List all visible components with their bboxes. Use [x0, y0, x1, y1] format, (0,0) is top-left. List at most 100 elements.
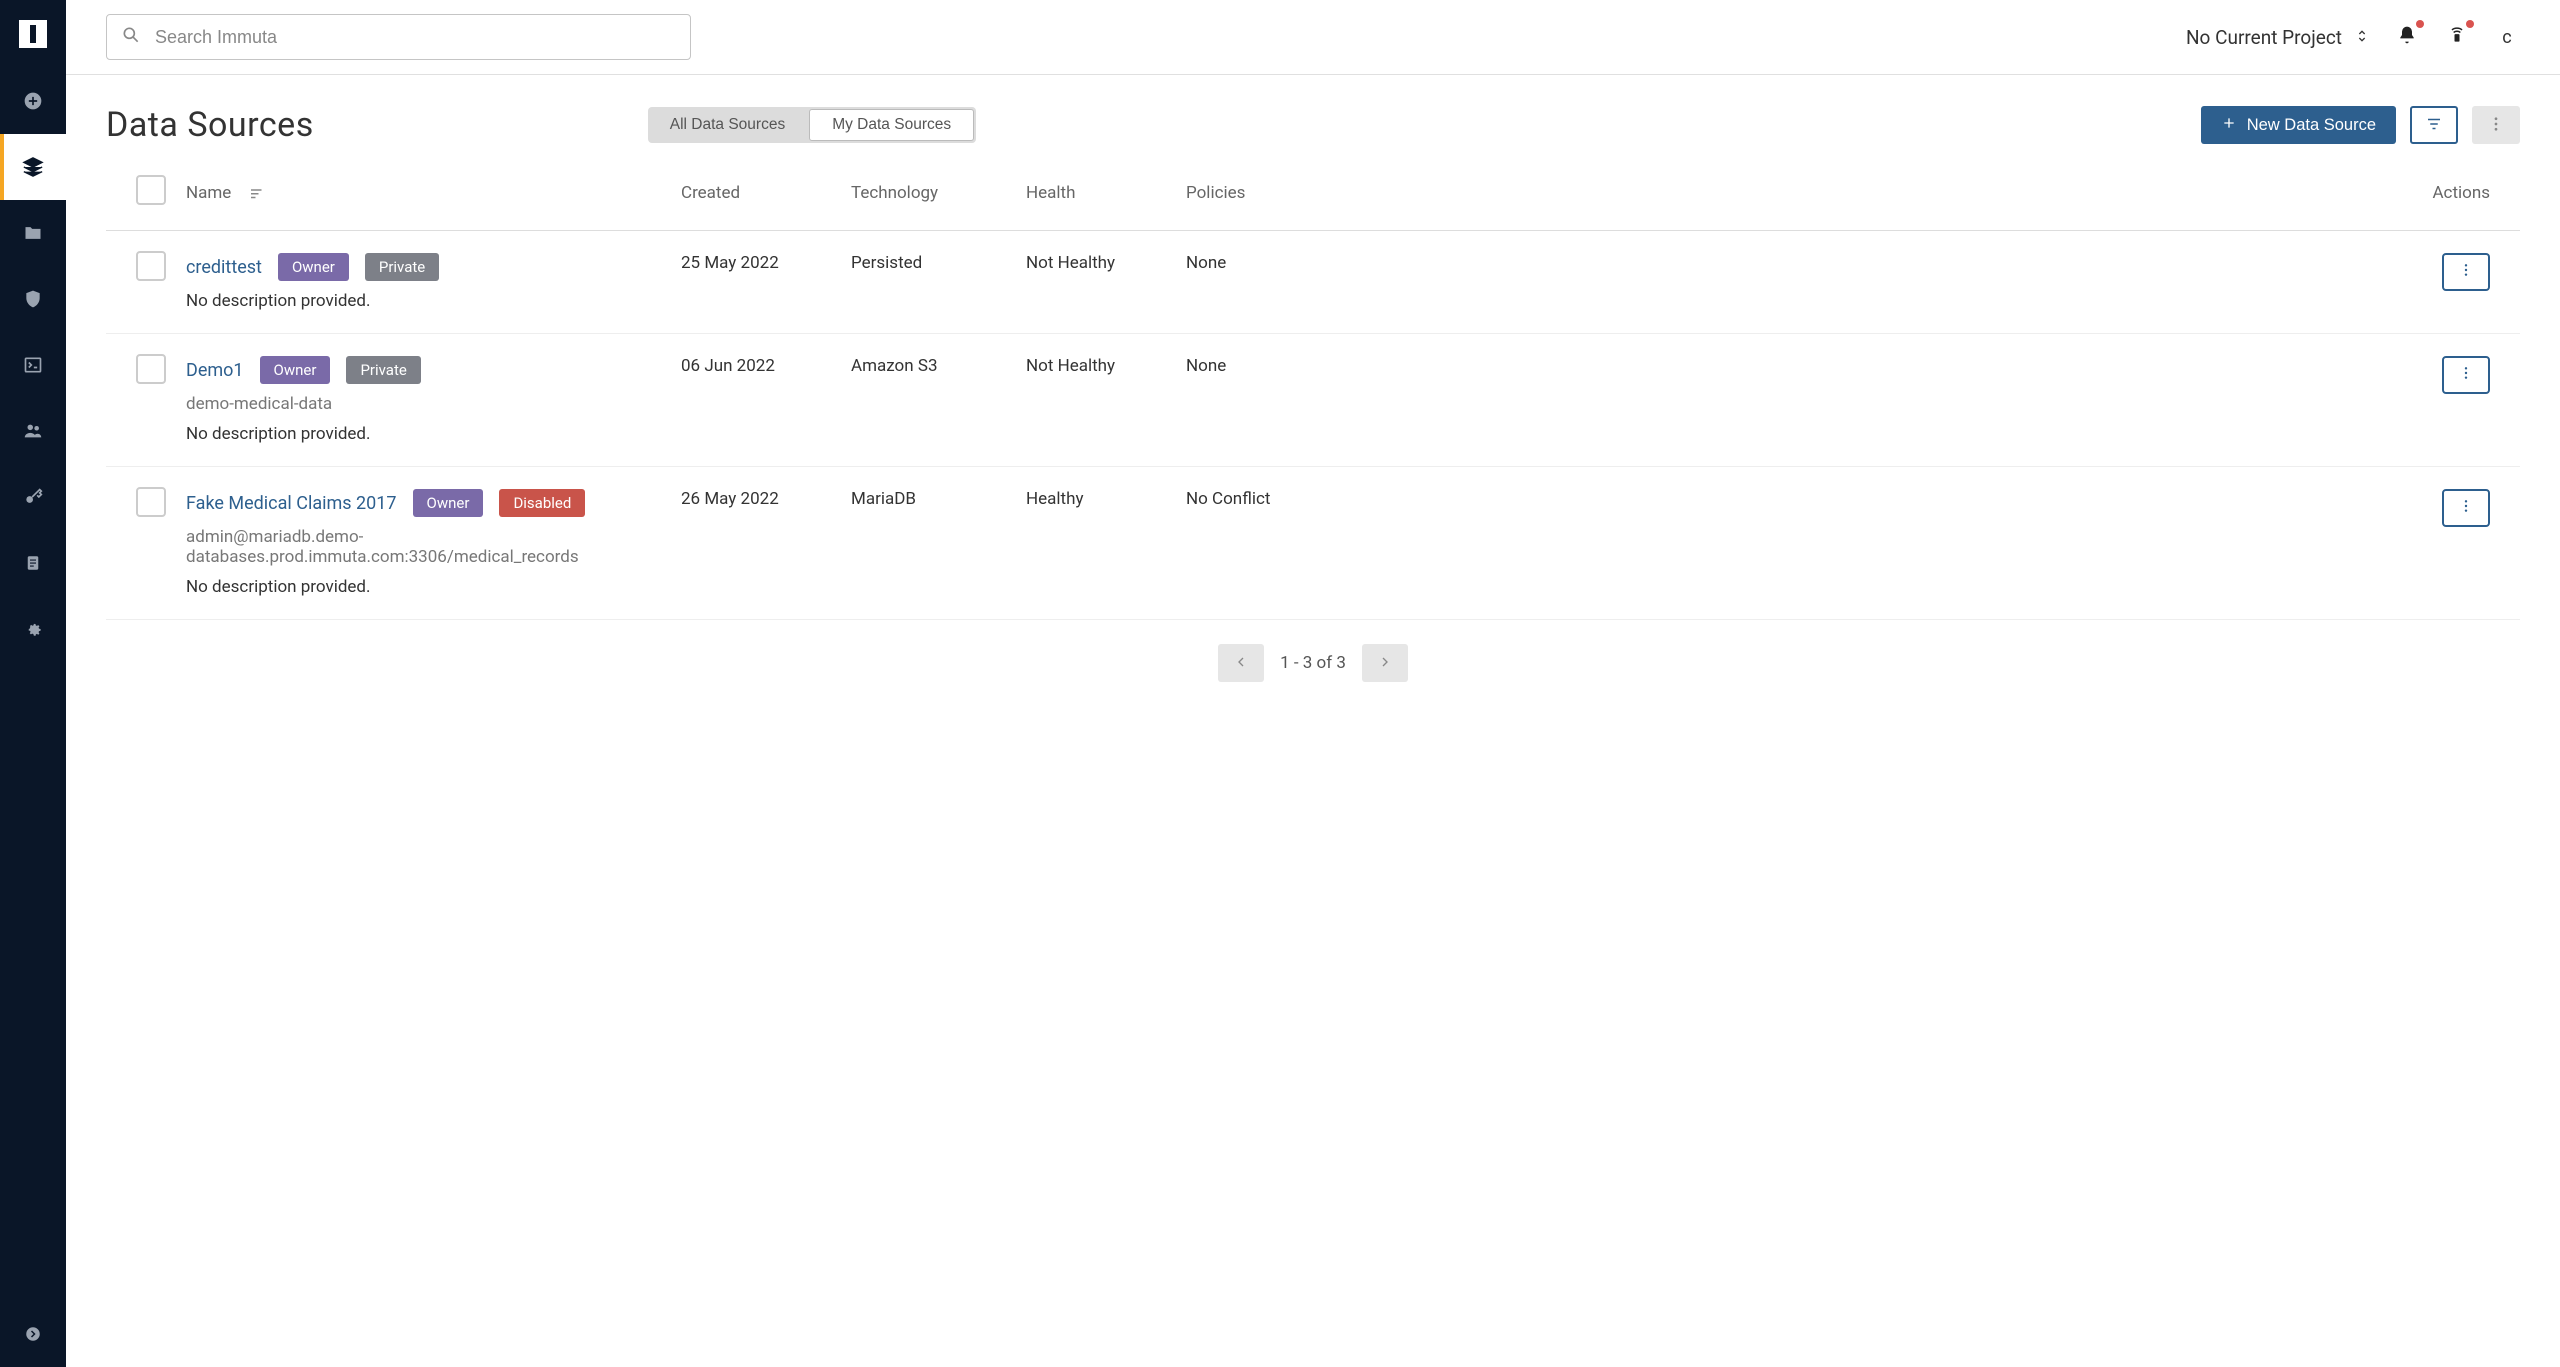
report-icon — [22, 552, 44, 574]
cell-created: 25 May 2022 — [681, 231, 851, 334]
filter-icon — [2425, 115, 2443, 136]
select-all-checkbox[interactable] — [136, 175, 166, 205]
cell-technology: Persisted — [851, 231, 1026, 334]
cell-policies: None — [1186, 334, 1341, 467]
cell-health: Not Healthy — [1026, 231, 1186, 334]
avatar-letter: c — [2502, 27, 2511, 48]
sidebar-item-terminal[interactable] — [0, 332, 66, 398]
page-title: Data Sources — [106, 105, 314, 145]
more-vertical-icon — [2487, 115, 2505, 136]
chevron-updown-icon — [2354, 26, 2370, 49]
column-header-created[interactable]: Created — [681, 155, 851, 231]
sidebar-item-people[interactable] — [0, 398, 66, 464]
search-input[interactable] — [155, 27, 676, 48]
connection-button[interactable] — [2444, 24, 2470, 50]
more-vertical-icon — [2458, 498, 2474, 519]
wifi-device-icon — [2447, 25, 2467, 49]
notifications-button[interactable] — [2394, 24, 2420, 50]
page-prev-button[interactable] — [1218, 644, 1264, 682]
logo[interactable] — [19, 20, 47, 48]
terminal-icon — [22, 354, 44, 376]
owner-tag: Owner — [260, 356, 331, 384]
filter-button[interactable] — [2410, 106, 2458, 144]
row-actions-button[interactable] — [2442, 489, 2490, 527]
project-label: No Current Project — [2186, 26, 2342, 49]
row-checkbox[interactable] — [136, 487, 166, 517]
column-header-policies[interactable]: Policies — [1186, 155, 1341, 231]
shield-icon — [22, 288, 44, 310]
row-actions-button[interactable] — [2442, 356, 2490, 394]
user-avatar[interactable]: c — [2494, 24, 2520, 50]
data-sources-table: Name Created Technology Health Policies … — [106, 155, 2520, 620]
cell-technology: MariaDB — [851, 467, 1026, 620]
tab-all-data-sources[interactable]: All Data Sources — [648, 107, 807, 143]
new-data-source-button[interactable]: New Data Source — [2201, 106, 2396, 144]
search-box[interactable] — [106, 14, 691, 60]
row-actions-button[interactable] — [2442, 253, 2490, 291]
key-icon — [22, 486, 44, 508]
sidebar-item-collapse[interactable] — [0, 1301, 66, 1367]
row-checkbox[interactable] — [136, 354, 166, 384]
page-next-button[interactable] — [1362, 644, 1408, 682]
sidebar — [0, 0, 66, 1367]
page-range: 1 - 3 of 3 — [1280, 653, 1346, 673]
table-row: credittest Owner Private No description pro… — [106, 231, 2520, 334]
data-source-link[interactable]: credittest — [186, 257, 262, 278]
sidebar-item-data-sources[interactable] — [0, 134, 66, 200]
sidebar-item-security[interactable] — [0, 464, 66, 530]
search-icon — [121, 25, 141, 49]
project-selector[interactable]: No Current Project — [2186, 26, 2370, 49]
private-tag: Private — [346, 356, 420, 384]
table-wrap: Name Created Technology Health Policies … — [66, 155, 2560, 1367]
notification-dot — [2416, 20, 2424, 28]
sidebar-item-policies[interactable] — [0, 266, 66, 332]
sidebar-item-settings[interactable] — [0, 596, 66, 662]
connection-dot — [2466, 20, 2474, 28]
column-header-actions: Actions — [1341, 155, 2520, 231]
folder-icon — [22, 222, 44, 244]
more-actions-button[interactable] — [2472, 106, 2520, 144]
data-source-subtext: admin@mariadb.demo-databases.prod.immuta… — [186, 527, 671, 567]
tab-my-data-sources[interactable]: My Data Sources — [809, 109, 974, 141]
owner-tag: Owner — [413, 489, 484, 517]
chevron-right-icon — [1377, 654, 1393, 673]
cell-policies: None — [1186, 231, 1341, 334]
data-source-description: No description provided. — [186, 577, 671, 597]
data-source-description: No description provided. — [186, 424, 671, 444]
sort-icon — [248, 184, 266, 202]
cell-policies: No Conflict — [1186, 467, 1341, 620]
more-vertical-icon — [2458, 365, 2474, 386]
topbar: No Current Project c — [66, 0, 2560, 75]
cell-health: Not Healthy — [1026, 334, 1186, 467]
main: No Current Project c Data Sources All Da… — [66, 0, 2560, 1367]
column-header-technology[interactable]: Technology — [851, 155, 1026, 231]
cell-health: Healthy — [1026, 467, 1186, 620]
sidebar-item-reports[interactable] — [0, 530, 66, 596]
page-header: Data Sources All Data Sources My Data So… — [66, 75, 2560, 155]
column-header-health[interactable]: Health — [1026, 155, 1186, 231]
plus-circle-icon — [22, 90, 44, 112]
data-source-link[interactable]: Demo1 — [186, 360, 244, 381]
data-source-link[interactable]: Fake Medical Claims 2017 — [186, 493, 397, 514]
cell-technology: Amazon S3 — [851, 334, 1026, 467]
arrow-right-circle-icon — [22, 1323, 44, 1345]
layers-icon — [22, 156, 44, 178]
cell-created: 26 May 2022 — [681, 467, 851, 620]
header-actions: New Data Source — [2201, 106, 2520, 144]
disabled-tag: Disabled — [499, 489, 585, 517]
chevron-left-icon — [1233, 654, 1249, 673]
people-icon — [22, 420, 44, 442]
sidebar-item-projects[interactable] — [0, 200, 66, 266]
owner-tag: Owner — [278, 253, 349, 281]
bell-icon — [2397, 25, 2417, 49]
gear-icon — [22, 618, 44, 640]
toggle-group: All Data Sources My Data Sources — [648, 107, 976, 143]
data-source-description: No description provided. — [186, 291, 671, 311]
sidebar-item-add[interactable] — [0, 68, 66, 134]
private-tag: Private — [365, 253, 439, 281]
new-data-source-label: New Data Source — [2247, 116, 2376, 135]
row-checkbox[interactable] — [136, 251, 166, 281]
column-header-name[interactable]: Name — [186, 155, 681, 231]
more-vertical-icon — [2458, 262, 2474, 283]
table-row: Demo1OwnerPrivatedemo-medical-dataNo des… — [106, 334, 2520, 467]
